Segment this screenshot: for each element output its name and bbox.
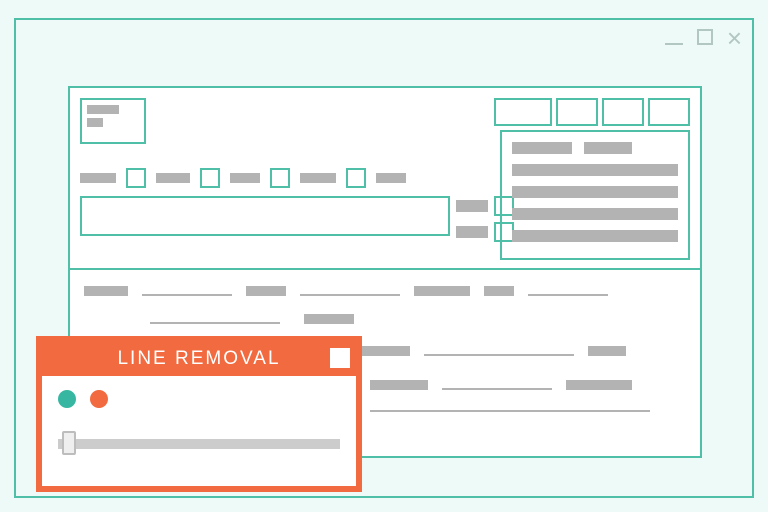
placeholder-text	[456, 200, 488, 212]
checkbox[interactable]	[126, 168, 146, 188]
top-tabs	[494, 98, 690, 126]
side-panel	[500, 130, 690, 260]
placeholder-text	[414, 286, 470, 296]
placeholder-text	[80, 173, 116, 183]
placeholder-text	[84, 286, 128, 296]
placeholder-text	[230, 173, 260, 183]
form-upper-section	[70, 88, 700, 270]
underline-field[interactable]	[424, 354, 574, 356]
underline-field[interactable]	[300, 294, 400, 296]
dialog-titlebar[interactable]: LINE REMOVAL	[42, 342, 356, 376]
option-dot-teal[interactable]	[58, 390, 76, 408]
placeholder-text	[376, 173, 406, 183]
id-box	[80, 98, 146, 144]
slider-track	[58, 439, 340, 449]
underline-field[interactable]	[150, 322, 280, 324]
checkbox[interactable]	[346, 168, 366, 188]
placeholder-text	[484, 286, 514, 296]
placeholder-text	[512, 186, 678, 198]
placeholder-text	[358, 346, 410, 356]
slider-thumb[interactable]	[62, 431, 76, 455]
form-row	[370, 410, 650, 412]
tab-cell[interactable]	[602, 98, 644, 126]
placeholder-text	[300, 173, 336, 183]
placeholder-text	[512, 208, 678, 220]
dialog-body	[42, 376, 356, 466]
dialog-title: LINE REMOVAL	[117, 348, 280, 370]
placeholder-text	[456, 226, 488, 238]
placeholder-text	[87, 105, 119, 114]
placeholder-text	[588, 346, 626, 356]
line-removal-dialog: LINE REMOVAL	[36, 336, 362, 492]
option-dot-orange[interactable]	[90, 390, 108, 408]
underline-field[interactable]	[370, 410, 650, 412]
placeholder-text	[566, 380, 632, 390]
placeholder-text	[246, 286, 286, 296]
underline-field[interactable]	[528, 294, 608, 296]
placeholder-text	[87, 118, 103, 127]
placeholder-text	[512, 142, 572, 154]
underline-field[interactable]	[142, 294, 232, 296]
placeholder-text	[156, 173, 190, 183]
placeholder-text	[512, 230, 678, 242]
threshold-slider[interactable]	[58, 434, 340, 452]
placeholder-text	[370, 380, 428, 390]
checkbox[interactable]	[270, 168, 290, 188]
large-input[interactable]	[80, 196, 450, 236]
tab-cell[interactable]	[494, 98, 552, 126]
placeholder-text	[584, 142, 632, 154]
underline-field[interactable]	[442, 388, 552, 390]
checkbox-row	[80, 168, 406, 188]
placeholder-text	[304, 314, 354, 324]
titlebar: ×	[16, 20, 752, 56]
placeholder-text	[512, 164, 678, 176]
form-row	[84, 286, 608, 296]
minimize-icon[interactable]	[665, 27, 683, 49]
form-row	[370, 380, 632, 390]
option-dots	[58, 390, 340, 408]
maximize-icon[interactable]	[697, 27, 713, 49]
form-row	[150, 314, 354, 324]
tab-cell[interactable]	[556, 98, 598, 126]
tab-cell[interactable]	[648, 98, 690, 126]
checkbox[interactable]	[200, 168, 220, 188]
close-icon[interactable]: ×	[727, 25, 742, 51]
dialog-control-icon[interactable]	[330, 348, 350, 368]
